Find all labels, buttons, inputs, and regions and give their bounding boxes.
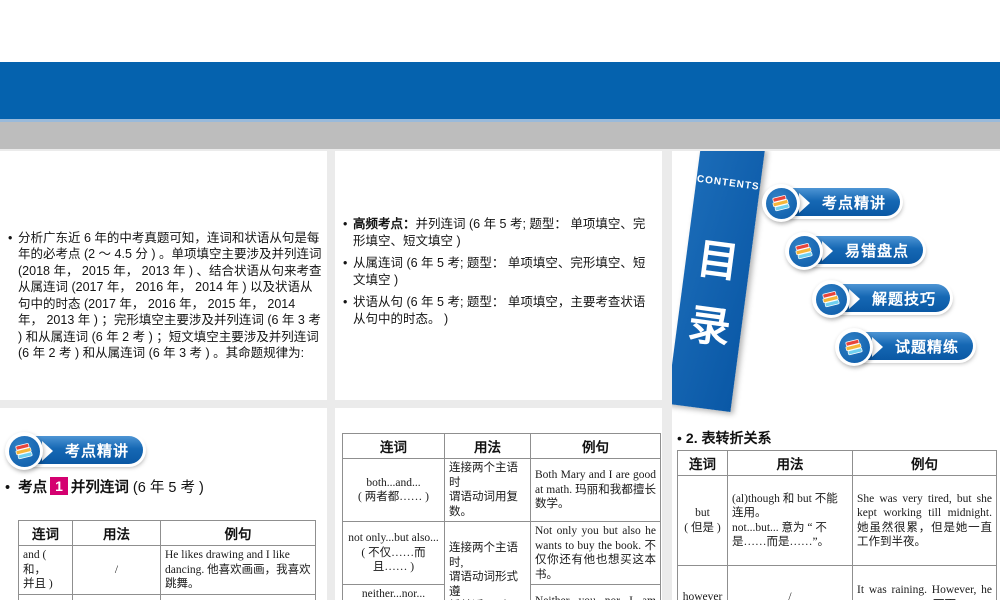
- books-icon: [815, 283, 847, 315]
- gray-bar: [0, 122, 1000, 149]
- cell-example: Neither you nor I am wrong. 你和我都没错。: [530, 584, 661, 600]
- point1-heading: 考点1并列连词 (6 年 5 考 ): [5, 476, 204, 497]
- section-button-label: 考点精讲: [64, 442, 129, 460]
- nav-button-kaodian-jingjiang[interactable]: 考点精讲: [762, 184, 902, 222]
- col-header: 用法: [72, 520, 161, 546]
- books-icon: [788, 235, 820, 267]
- icon-circle: [5, 432, 43, 470]
- books-icon: [8, 435, 40, 467]
- point-number-badge: 1: [50, 477, 68, 495]
- coordinating-conjunction-table: 连词 用法 例句 and ( 和， 并且 ) / He likes drawin…: [18, 520, 316, 600]
- section-header-button-kaodian-jingjiang[interactable]: 考点精讲: [5, 432, 145, 470]
- chevron-right-icon: [872, 337, 883, 357]
- col-header: 例句: [160, 520, 316, 546]
- cell-example: Not only you but also he wants to buy th…: [530, 521, 661, 585]
- list-item: 状语从句 (6 年 5 考; 题型： 单项填空，主要考查状语从句中的时态。 ): [343, 294, 655, 327]
- list-item: 从属连词 (6 年 5 考; 题型： 单项填空、完形填空、短文填空 ): [343, 255, 655, 288]
- chevron-right-icon: [799, 193, 810, 213]
- table-row: and ( 和， 并且 ) / He likes drawing and I l…: [18, 545, 316, 595]
- nav-button-yicuo-pandian[interactable]: 易错盘点: [785, 232, 925, 270]
- slide: 分析广东近 6 年的中考真题可知，连词和状语从句是每年的必考点 (2 ～ 4.5…: [0, 0, 1000, 600]
- cell-conjunction: neither...nor... ( 既不……也 不…… ): [342, 584, 445, 600]
- books-icon: [765, 187, 797, 219]
- col-header: 连词: [342, 433, 445, 459]
- cell-usage: /: [72, 545, 161, 595]
- col-header: 例句: [852, 450, 997, 476]
- point-title: 并列连词: [70, 480, 129, 496]
- bullet-lead: 高频考点：: [353, 217, 416, 231]
- icon-circle: [785, 232, 823, 270]
- exam-analysis-panel: 分析广东近 6 年的中考真题可知，连词和状语从句是每年的必考点 (2 ～ 4.5…: [0, 151, 327, 400]
- contrast-conjunction-table: 连词 用法 例句 but ( 但是 ) (al)though 和 but 不能连…: [677, 450, 997, 600]
- col-header: 连词: [677, 450, 728, 476]
- bullet-text: 从属连词 (6 年 5 考; 题型： 单项填空、完形填空、短文填空 ): [353, 256, 646, 287]
- chevron-right-icon: [849, 289, 860, 309]
- cell-conjunction: not only...but also... ( 不仅……而 且…… ): [342, 521, 445, 585]
- paired-conjunction-panel: 连词 用法 例句 both...and... ( 两者都…… ) 连接两个主语时…: [335, 408, 662, 600]
- cell-conjunction: however: [677, 565, 728, 600]
- section2-heading: 2. 表转折关系: [677, 428, 772, 448]
- heading-number: 2.: [685, 430, 698, 446]
- cell-conjunction: but ( 但是 ): [677, 475, 728, 566]
- nav-button-label: 考点精讲: [821, 194, 886, 212]
- chevron-right-icon: [822, 241, 833, 261]
- table-row: both...and... ( 两者都…… ) 连接两个主语时 谓语动词用复数。…: [342, 458, 661, 522]
- section1-panel: 考点精讲 考点1并列连词 (6 年 5 考 ) 连词 用法 例句 and ( 和…: [0, 408, 327, 600]
- col-header: 例句: [530, 433, 661, 459]
- cell-usage: 连接两个主语时 谓语动词用复数。: [444, 458, 531, 522]
- cell-conjunction: and ( 和， 并且 ): [18, 545, 73, 595]
- chevron-right-icon: [42, 441, 53, 461]
- icon-circle: [812, 280, 850, 318]
- nav-button-label: 易错盘点: [844, 242, 909, 260]
- cell-example: I don't like milk or juice. 我: [160, 593, 316, 600]
- cell-usage: (al)though 和 but 不能连用。 not...but... 意为 “…: [727, 475, 853, 566]
- col-header: 用法: [444, 433, 531, 459]
- table-row: but ( 但是 ) (al)though 和 but 不能连用。 not...…: [677, 475, 997, 566]
- col-header: 连词: [18, 520, 73, 546]
- exam-analysis-paragraph: 分析广东近 6 年的中考真题可知，连词和状语从句是每年的必考点 (2 ～ 4.5…: [8, 230, 322, 362]
- cell-example: She was very tired, but she kept working…: [852, 475, 997, 566]
- contents-title-char: 目: [694, 234, 742, 287]
- key-points-list: 高频考点：并列连词 (6 年 5 考; 题型： 单项填空、完形填空、短文填空 )…: [343, 216, 655, 333]
- contents-and-table-panel: CONTENTS 目 录 考点精讲 易错盘点 解题技巧 试题精练 • 2. 表转…: [672, 151, 1000, 600]
- bullet-text: 状语从句 (6 年 5 考; 题型： 单项填空，主要考查状语从句中的时态。 ): [353, 295, 646, 326]
- key-points-panel: 高频考点：并列连词 (6 年 5 考; 题型： 单项填空、完形填空、短文填空 )…: [335, 151, 662, 400]
- point-suffix: (6 年 5 考 ): [128, 480, 204, 496]
- books-icon: [838, 331, 870, 363]
- paired-conjunction-table: 连词 用法 例句 both...and... ( 两者都…… ) 连接两个主语时…: [342, 433, 661, 600]
- contents-ribbon: CONTENTS 目 录: [672, 151, 766, 413]
- point-label: 考点: [18, 480, 48, 496]
- list-item: 高频考点：并列连词 (6 年 5 考; 题型： 单项填空、完形填空、短文填空 ): [343, 216, 655, 249]
- cell-conjunction: both...and... ( 两者都…… ): [342, 458, 445, 522]
- contents-title-char: 录: [685, 300, 734, 353]
- cell-usage: /: [727, 565, 853, 600]
- cell-example: He likes drawing and I like dancing. 他喜欢…: [160, 545, 316, 595]
- table-row: not only...but also... ( 不仅……而 且…… ) 连接两…: [342, 521, 661, 600]
- nav-button-label: 解题技巧: [871, 290, 936, 308]
- cell-usage: 表并列时用于: [72, 593, 161, 600]
- top-white-band: [0, 0, 1000, 62]
- cell-conjunction: [18, 593, 73, 600]
- col-header: 用法: [727, 450, 853, 476]
- cell-example: Both Mary and I are good at math. 玛丽和我都擅…: [530, 458, 661, 522]
- cell-usage-merged: 连接两个主语时, 谓语动词形式遵 循就近原则。: [444, 521, 531, 600]
- nav-button-label: 试题精练: [894, 338, 959, 356]
- icon-circle: [835, 328, 873, 366]
- cell-example: It was raining. However, he arrived on t…: [852, 565, 997, 600]
- heading-text: 表转折关系: [697, 430, 772, 446]
- contents-label: CONTENTS: [696, 173, 761, 193]
- title-blue-bar: [0, 62, 1000, 119]
- icon-circle: [762, 184, 800, 222]
- nav-button-jieti-jiqiao[interactable]: 解题技巧: [812, 280, 952, 318]
- table-row: however / It was raining. However, he ar…: [677, 565, 997, 600]
- nav-button-shiti-jinglian[interactable]: 试题精练: [835, 328, 975, 366]
- table-row: 表并列时用于 I don't like milk or juice. 我: [18, 593, 316, 600]
